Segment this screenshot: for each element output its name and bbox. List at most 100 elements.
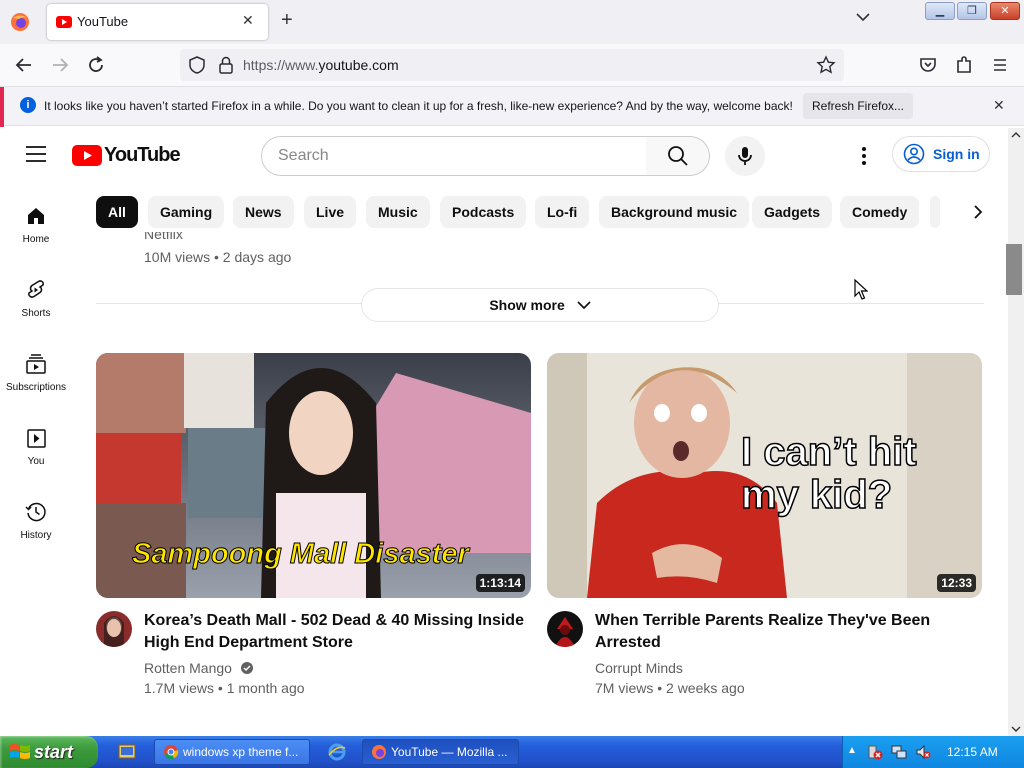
scroll-down-arrow-icon — [1011, 726, 1021, 732]
show-more-label: Show more — [489, 297, 565, 313]
search-button[interactable] — [646, 136, 710, 176]
lock-icon[interactable] — [218, 55, 234, 75]
guide-menu-icon[interactable] — [26, 146, 46, 162]
verified-badge-icon — [240, 662, 253, 674]
shorts-icon — [24, 278, 48, 302]
channel-avatar-1[interactable] — [96, 611, 132, 647]
video-thumbnail-2[interactable]: I can’t hit my kid? 12:33 — [547, 353, 982, 598]
chip-comedy[interactable]: Comedy — [840, 196, 920, 228]
system-clock: 12:15 AM — [947, 745, 998, 759]
chip-partial[interactable] — [930, 196, 940, 228]
sidebar-label-history: History — [20, 530, 52, 541]
show-hidden-icons-arrow-icon[interactable]: ▲ — [847, 745, 857, 756]
sign-in-button[interactable]: Sign in — [892, 136, 990, 172]
extensions-icon[interactable] — [952, 53, 976, 77]
thumbnail-overlay-text-2a: I can’t hit — [741, 430, 917, 474]
settings-kebab-icon[interactable] — [854, 144, 874, 168]
refresh-firefox-notification: i It looks like you haven’t started Fire… — [0, 86, 1024, 127]
sign-in-label: Sign in — [933, 146, 980, 162]
channel-name-2[interactable]: Corrupt Minds — [595, 660, 683, 676]
volume-muted-icon[interactable] — [915, 744, 931, 760]
chip-background-music[interactable]: Background music — [599, 196, 750, 228]
back-icon[interactable] — [12, 53, 36, 77]
browser-tab-youtube[interactable]: YouTube ✕ — [47, 4, 268, 40]
chevron-down-icon — [577, 301, 591, 310]
youtube-page: YouTube Search Sign in All Gaming News L… — [0, 128, 1008, 736]
close-tab-icon[interactable]: ✕ — [242, 12, 254, 29]
category-chip-bar: All Gaming News Live Music Podcasts Lo-f… — [96, 196, 940, 228]
menu-hamburger-icon[interactable] — [988, 53, 1012, 77]
thumbnail-image-1: Sampoong Mall Disaster — [96, 353, 531, 598]
chip-lofi[interactable]: Lo-fi — [535, 196, 590, 228]
minimize-window-button[interactable]: ▁ — [925, 2, 955, 20]
sidebar-label-you: You — [27, 456, 45, 467]
youtube-logo-text: YouTube — [104, 144, 181, 166]
previous-video-channel-partial[interactable]: Netflix — [144, 232, 192, 244]
voice-search-button[interactable] — [725, 136, 765, 176]
search-input[interactable]: Search — [261, 136, 647, 176]
sidebar-item-you[interactable]: You — [0, 426, 72, 500]
chip-next-arrow-icon[interactable] — [968, 202, 988, 222]
page-scrollbar[interactable] — [1008, 128, 1024, 736]
sidebar-label-home: Home — [22, 234, 50, 245]
tab-strip: YouTube ✕ + ▁ ❐ ✕ — [0, 0, 1024, 44]
chip-news[interactable]: News — [233, 196, 294, 228]
refresh-firefox-button[interactable]: Refresh Firefox... — [803, 93, 913, 119]
windows-taskbar: start windows xp theme f... YouTube — Mo… — [0, 736, 1024, 768]
video-thumbnail-1[interactable]: Sampoong Mall Disaster 1:13:14 — [96, 353, 531, 598]
taskbar-chrome-label: windows xp theme f... — [183, 745, 299, 759]
chip-live[interactable]: Live — [304, 196, 357, 228]
sidebar-item-home[interactable]: Home — [0, 204, 72, 278]
taskbar-item-firefox[interactable]: YouTube — Mozilla ... — [362, 739, 519, 765]
taskbar-item-chrome[interactable]: windows xp theme f... — [154, 739, 310, 765]
scrollbar-thumb[interactable] — [1006, 244, 1022, 295]
tracking-protection-shield-icon[interactable] — [188, 55, 206, 75]
video-title-1[interactable]: Korea’s Death Mall - 502 Dead & 40 Missi… — [144, 610, 524, 654]
pocket-icon[interactable] — [916, 53, 940, 77]
video-title-2[interactable]: When Terrible Parents Realize They've Be… — [595, 610, 975, 654]
start-label: start — [34, 742, 74, 762]
chip-podcasts[interactable]: Podcasts — [440, 196, 527, 228]
account-icon — [903, 143, 925, 165]
youtube-favicon-icon — [56, 16, 72, 28]
close-window-button[interactable]: ✕ — [990, 2, 1020, 20]
reload-icon[interactable] — [84, 53, 108, 77]
video-duration-2: 12:33 — [937, 574, 976, 592]
bookmark-star-icon[interactable] — [816, 55, 836, 75]
history-icon — [24, 500, 48, 524]
channel-name-1[interactable]: Rotten Mango — [144, 660, 254, 676]
start-button[interactable]: start — [0, 736, 98, 768]
previous-video-meta: 10M views • 2 days ago — [144, 249, 292, 265]
sidebar-item-shorts[interactable]: Shorts — [0, 278, 72, 352]
channel-avatar-2[interactable] — [547, 611, 583, 647]
url-bar[interactable]: https://www.youtube.com — [180, 49, 844, 81]
close-notification-icon[interactable]: ✕ — [993, 97, 1005, 114]
tab-title: YouTube — [77, 14, 129, 29]
chip-all[interactable]: All — [96, 196, 138, 228]
chip-music[interactable]: Music — [366, 196, 430, 228]
sidebar-item-subscriptions[interactable]: Subscriptions — [0, 352, 72, 426]
info-icon: i — [20, 97, 36, 113]
network-icon[interactable] — [891, 744, 907, 760]
restore-window-button[interactable]: ❐ — [957, 2, 987, 20]
show-more-button[interactable]: Show more — [361, 288, 719, 322]
you-icon — [24, 426, 48, 450]
firefox-icon[interactable] — [10, 12, 30, 32]
microphone-icon — [738, 147, 752, 165]
thumbnail-overlay-text-1: Sampoong Mall Disaster — [132, 538, 471, 570]
new-tab-button[interactable]: + — [281, 10, 293, 30]
show-desktop-icon[interactable] — [118, 743, 136, 761]
thumbnail-image-2: I can’t hit my kid? — [547, 353, 982, 598]
internet-explorer-icon[interactable] — [328, 743, 346, 761]
mouse-cursor-icon — [854, 279, 868, 301]
security-alert-icon[interactable] — [867, 744, 883, 760]
sidebar-item-history[interactable]: History — [0, 500, 72, 574]
youtube-header: YouTube Search Sign in — [0, 128, 1008, 184]
list-all-tabs-icon[interactable] — [856, 12, 870, 22]
forward-icon[interactable] — [48, 53, 72, 77]
chip-gaming[interactable]: Gaming — [148, 196, 225, 228]
chip-gadgets[interactable]: Gadgets — [752, 196, 833, 228]
notification-message: It looks like you haven’t started Firefo… — [44, 99, 793, 113]
url-text[interactable]: https://www.youtube.com — [243, 57, 399, 73]
home-icon — [24, 204, 48, 228]
